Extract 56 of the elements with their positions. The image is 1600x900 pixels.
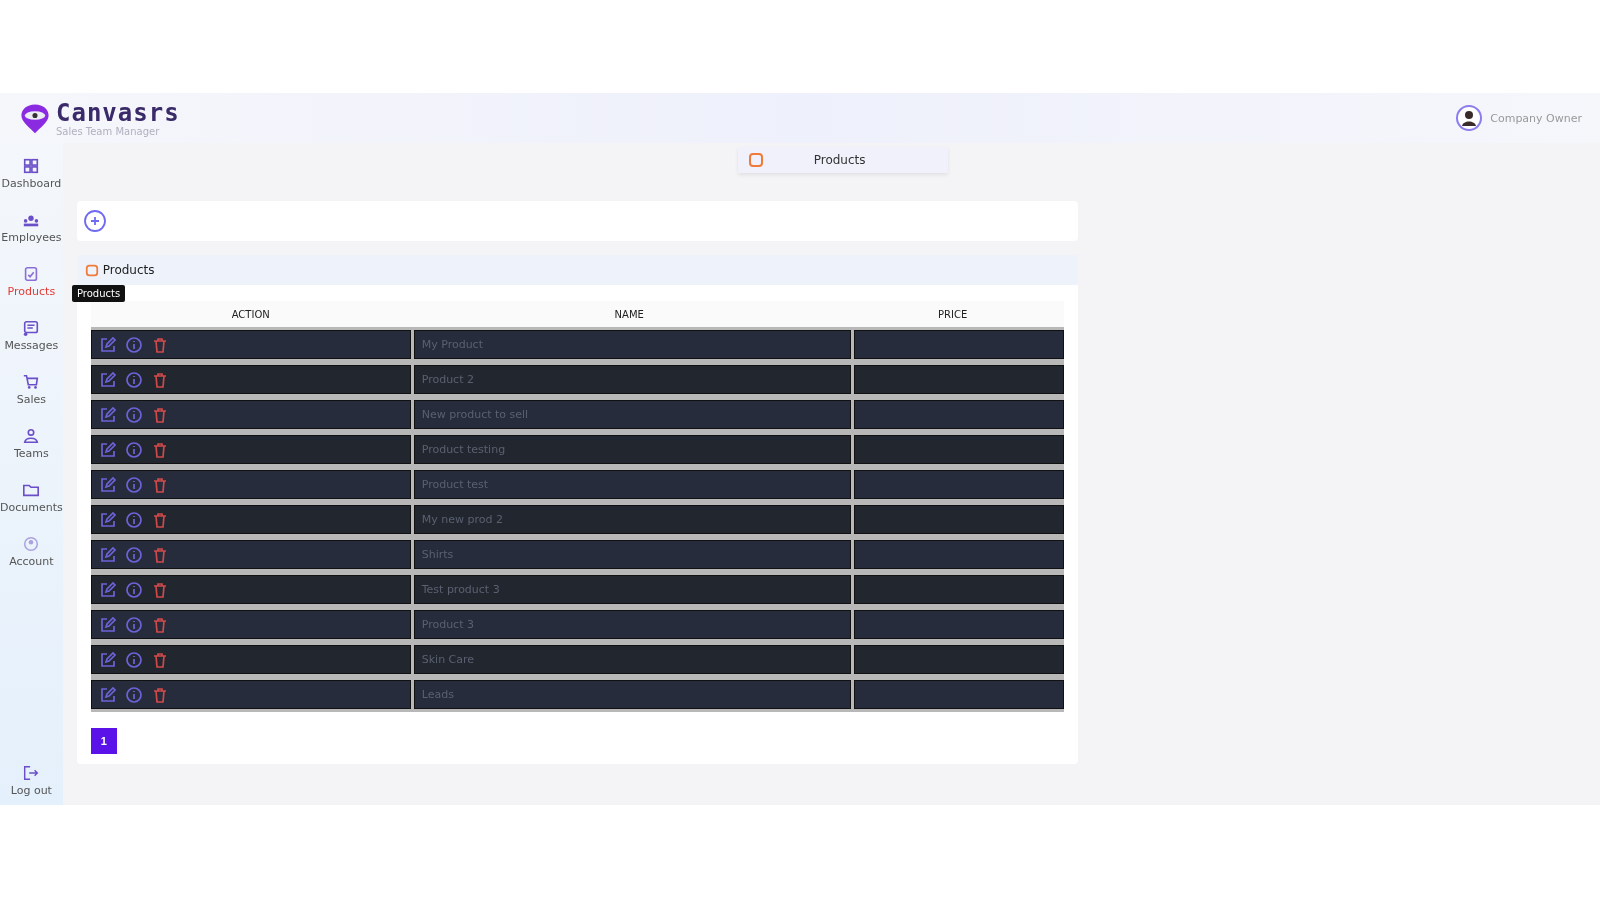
edit-icon[interactable]	[98, 545, 117, 564]
page-tab[interactable]: Products	[737, 147, 948, 173]
sidebar-item[interactable]: Employees	[0, 211, 63, 244]
info-icon[interactable]	[124, 475, 143, 494]
edit-icon[interactable]	[98, 650, 117, 669]
sidebar-item[interactable]: Teams	[0, 427, 63, 460]
table-cell: Product 2	[413, 365, 851, 394]
edit-icon[interactable]	[98, 510, 117, 529]
cart-icon	[22, 373, 41, 391]
sidebar-item[interactable]: Documents	[0, 481, 63, 514]
column-header: ACTION	[230, 308, 271, 320]
sidebar-item[interactable]: Account	[0, 535, 63, 568]
column-header: PRICE	[937, 308, 969, 320]
table-cell: My new prod 2	[413, 505, 851, 534]
grid-icon	[22, 157, 41, 175]
user-circle-icon	[22, 535, 41, 553]
table-cell: Product testing	[413, 435, 851, 464]
info-icon[interactable]	[124, 580, 143, 599]
logout-icon	[22, 764, 41, 782]
sidebar-item[interactable]: Messages	[0, 319, 63, 352]
info-icon[interactable]	[124, 650, 143, 669]
box-icon	[84, 263, 99, 277]
box-icon	[747, 152, 764, 168]
brand-tagline: Sales Team Manager	[56, 125, 161, 137]
info-icon[interactable]	[124, 335, 143, 354]
add-button[interactable]	[82, 209, 107, 233]
info-icon[interactable]	[124, 510, 143, 529]
edit-icon[interactable]	[98, 685, 117, 704]
edit-icon[interactable]	[98, 615, 117, 634]
panel-title: Products	[102, 263, 155, 277]
edit-icon[interactable]	[98, 475, 117, 494]
logout-button[interactable]: Log out	[0, 764, 63, 797]
tooltip: Products	[72, 285, 126, 302]
person-icon	[22, 427, 41, 445]
info-icon[interactable]	[124, 440, 143, 459]
info-icon[interactable]	[124, 615, 143, 634]
sidebar-item[interactable]: Products	[0, 265, 63, 298]
logo-icon	[18, 101, 52, 135]
info-icon[interactable]	[124, 545, 143, 564]
table-cell: Skin Care	[413, 645, 851, 674]
sidebar-item[interactable]: Sales	[0, 373, 63, 406]
sidebar-item[interactable]: Dashboard	[0, 157, 63, 190]
edit-icon[interactable]	[98, 440, 117, 459]
table-cell: Test product 3	[413, 575, 851, 604]
brand-name: Canvasrs	[56, 99, 180, 126]
edit-icon[interactable]	[98, 335, 117, 354]
edit-icon[interactable]	[98, 405, 117, 424]
avatar-icon[interactable]	[1456, 105, 1483, 131]
edit-icon[interactable]	[98, 370, 117, 389]
column-header: NAME	[613, 308, 645, 320]
edit-icon[interactable]	[98, 580, 117, 599]
info-icon[interactable]	[124, 405, 143, 424]
page-button[interactable]: 1	[90, 728, 117, 754]
info-icon[interactable]	[124, 685, 143, 704]
info-icon[interactable]	[124, 370, 143, 389]
chat-icon	[22, 319, 41, 337]
